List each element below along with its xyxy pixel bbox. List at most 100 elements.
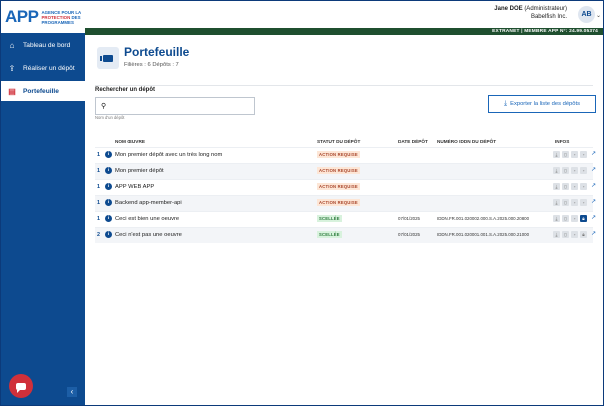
search-box[interactable]: ⚲ (95, 97, 255, 115)
lock-icon[interactable]: ▫ (580, 199, 587, 206)
status-badge: SCELLÉE (317, 231, 342, 238)
external-link-icon[interactable]: ↗ (591, 231, 596, 238)
download-icon: ⤓ (503, 100, 508, 107)
download-icon[interactable]: ⤓ (553, 231, 560, 238)
info-icon[interactable]: i (105, 151, 112, 158)
download-icon[interactable]: ⤓ (553, 151, 560, 158)
row-actions: ⤓ ▯ ▫ ▫ ↗ (553, 183, 596, 190)
version-count: 1 (97, 168, 100, 174)
document-icon[interactable]: ▯ (562, 167, 569, 174)
divider (95, 85, 593, 86)
search-input[interactable] (109, 102, 244, 110)
table-row[interactable]: 2 i Ceci n'est pas une oeuvre SCELLÉE 07/01/… (95, 227, 596, 243)
logo-line-2: PROTECTION (41, 14, 71, 20)
download-icon[interactable]: ⤓ (553, 199, 560, 206)
page-header: Portefeuille Filières : 6 Dépôts : 7 (97, 43, 593, 77)
portfolio-page-icon (97, 47, 119, 69)
header-name[interactable]: NOM ŒUVRE (115, 139, 145, 144)
deposit-name[interactable]: Mon premier dépôt avec un très long nom (115, 152, 222, 158)
external-link-icon[interactable]: ↗ (591, 199, 596, 206)
table-row[interactable]: 1 i Mon premier dépôt avec un très long no… (95, 147, 596, 163)
lock-icon[interactable]: ▫ (580, 167, 587, 174)
deposit-name[interactable]: Ceci n'est pas une oeuvre (115, 232, 182, 238)
lock-icon[interactable]: ▫ (580, 151, 587, 158)
lock-icon[interactable]: 🔒︎ (580, 215, 587, 222)
sidebar-item-realiser-un-depot[interactable]: ⇪ Réaliser un dépôt (1, 58, 85, 78)
deposit-name[interactable]: APP WEB APP (115, 184, 154, 190)
main-content: Portefeuille Filières : 6 Dépôts : 7 Rec… (85, 35, 603, 405)
trash-icon[interactable]: ▫ (571, 167, 578, 174)
header-idn[interactable]: NUMÉRO IDDN DU DÉPÔT (437, 139, 496, 144)
sidebar-item-tableau-de-bord[interactable]: ⌂ Tableau de bord (1, 35, 85, 55)
chat-button[interactable] (9, 374, 33, 398)
row-actions: ⤓ ▯ ▫ 🔒︎ ↗ (553, 215, 596, 222)
sidebar-item-portefeuille[interactable]: ▤ Portefeuille (1, 81, 85, 101)
version-count: 1 (97, 200, 100, 206)
collapse-sidebar-button[interactable]: ‹ (67, 387, 77, 397)
document-icon[interactable]: ▯ (562, 215, 569, 222)
trash-icon[interactable]: ▫ (571, 215, 578, 222)
logo-line-3: DES (71, 14, 81, 20)
document-icon[interactable]: ▯ (562, 199, 569, 206)
home-icon: ⌂ (9, 40, 15, 50)
document-icon[interactable]: ▯ (562, 183, 569, 190)
chevron-down-icon[interactable]: ⌄ (596, 12, 601, 19)
upload-icon: ⇪ (8, 63, 16, 73)
sidebar: APP AGENCE POUR LA PROTECTION DES PROGRA… (1, 1, 85, 405)
header-date[interactable]: DATE DÉPÔT (398, 139, 428, 144)
trash-icon[interactable]: ▫ (571, 183, 578, 190)
info-icon[interactable]: i (105, 167, 112, 174)
version-count: 1 (97, 152, 100, 158)
page-subtitle: Filières : 6 Dépôts : 7 (124, 62, 179, 68)
table-row[interactable]: 1 i Backend app-member-api ACTION REQUISE ⤓ ▯… (95, 195, 596, 211)
info-icon[interactable]: i (105, 231, 112, 238)
logo-mark: APP (5, 7, 39, 26)
lock-icon[interactable]: ▫ (580, 183, 587, 190)
topbar: Jane DOE (Administrateur) Babelfish Inc.… (85, 1, 603, 28)
iddn-number: IDDN.FR.001.020001.001.S.A.2025.000.2100… (437, 232, 530, 237)
row-actions: ⤓ ▯ ▫ ▫ ↗ (553, 167, 596, 174)
deposit-name[interactable]: Backend app-member-api (115, 200, 182, 206)
header-infos: INFOS (555, 139, 570, 144)
external-link-icon[interactable]: ↗ (591, 167, 596, 174)
company-name: Babelfish Inc. (530, 14, 567, 20)
export-button[interactable]: ⤓ Exporter la liste des dépôts (488, 95, 596, 113)
document-icon[interactable]: ▯ (562, 151, 569, 158)
table-row[interactable]: 1 i APP WEB APP ACTION REQUISE ⤓ ▯ ▫ ▫ ↗ (95, 179, 596, 195)
info-icon[interactable]: i (105, 183, 112, 190)
sidebar-item-label: Réaliser un dépôt (23, 64, 75, 72)
logo-text: AGENCE POUR LA PROTECTION DES PROGRAMMES (41, 10, 81, 25)
status-badge: SCELLÉE (317, 215, 342, 222)
sidebar-item-label: Tableau de bord (23, 41, 71, 49)
logo-line-4: PROGRAMMES (41, 19, 74, 25)
info-icon[interactable]: i (105, 199, 112, 206)
status-badge: ACTION REQUISE (317, 167, 360, 174)
deposit-date: 07/01/2025 (398, 232, 420, 237)
status-badge: ACTION REQUISE (317, 183, 360, 190)
iddn-number: IDDN.FR.001.020002.000.S.A.2025.000.2080… (437, 216, 530, 221)
trash-icon[interactable]: ▫ (571, 199, 578, 206)
lock-icon[interactable]: 🔒︎ (580, 231, 587, 238)
trash-icon[interactable]: ▫ (571, 231, 578, 238)
info-icon[interactable]: i (105, 215, 112, 222)
app-logo[interactable]: APP AGENCE POUR LA PROTECTION DES PROGRA… (1, 1, 85, 33)
external-link-icon[interactable]: ↗ (591, 183, 596, 190)
external-link-icon[interactable]: ↗ (591, 151, 596, 158)
trash-icon[interactable]: ▫ (571, 151, 578, 158)
table-row[interactable]: 1 i Mon premier dépôt ACTION REQUISE ⤓ ▯ ▫ ▫ ↗ (95, 163, 596, 179)
deposit-name[interactable]: Mon premier dépôt (115, 168, 164, 174)
portfolio-icon: ▤ (8, 86, 16, 96)
header-status[interactable]: STATUT DU DÉPÔT (317, 139, 360, 144)
environment-badge: EXTRANET | MEMBRE APP N°: 24.99.05374 (489, 28, 601, 35)
download-icon[interactable]: ⤓ (553, 215, 560, 222)
external-link-icon[interactable]: ↗ (591, 215, 596, 222)
user-info[interactable]: Jane DOE (Administrateur) Babelfish Inc. (494, 5, 567, 21)
download-icon[interactable]: ⤓ (553, 183, 560, 190)
document-icon[interactable]: ▯ (562, 231, 569, 238)
deposit-name[interactable]: Ceci est bien une oeuvre (115, 216, 179, 222)
app-window: APP AGENCE POUR LA PROTECTION DES PROGRA… (0, 0, 604, 406)
avatar[interactable]: AB (578, 6, 595, 23)
table-row[interactable]: 1 i Ceci est bien une oeuvre SCELLÉE 07/01/2… (95, 211, 596, 227)
download-icon[interactable]: ⤓ (553, 167, 560, 174)
sidebar-nav: ⌂ Tableau de bord ⇪ Réaliser un dépôt ▤ … (1, 35, 85, 101)
